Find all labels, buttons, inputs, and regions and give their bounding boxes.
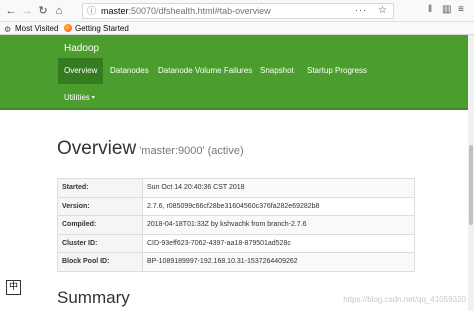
table-row: Version: 2.7.6, r085099c66cf28be31604560…	[57, 196, 415, 216]
row-value: CID-93eff623-7062-4397-aa18-879501ad528c	[142, 233, 415, 253]
home-icon[interactable]: ⌂	[52, 4, 66, 18]
page-actions-button[interactable]: ···	[355, 5, 367, 15]
menu-icon[interactable]: ≡	[458, 4, 464, 15]
row-key: Cluster ID:	[57, 233, 143, 253]
scrollbar-thumb[interactable]	[469, 145, 473, 225]
row-value: 2018-04-18T01:33Z by kshvachk from branc…	[142, 215, 415, 235]
overview-table: Started: Sun Oct 14 20:40:36 CST 2018 Ve…	[57, 178, 415, 272]
bookmark-most-visited[interactable]: ⚙ Most Visited	[4, 23, 58, 34]
nav-tab-startup-progress[interactable]: Startup Progress	[301, 58, 373, 84]
nav-tab-datanode-volume-failures[interactable]: Datanode Volume Failures	[152, 58, 258, 84]
ime-indicator[interactable]: 中	[6, 280, 21, 295]
browser-toolbar: ← → ↻ ⌂ ⓘ master:50070/dfshealth.html#ta…	[0, 0, 474, 22]
row-key: Compiled:	[57, 215, 143, 235]
nav-tab-datanodes[interactable]: Datanodes	[104, 58, 155, 84]
table-row: Compiled: 2018-04-18T01:33Z by kshvachk …	[57, 215, 415, 235]
navbar-brand[interactable]: Hadoop	[64, 43, 99, 54]
bookmark-getting-started[interactable]: Getting Started	[64, 23, 129, 34]
url-text: master:50070/dfshealth.html#tab-overview	[101, 6, 271, 16]
url-bar[interactable]: ⓘ master:50070/dfshealth.html#tab-overvi…	[82, 3, 394, 19]
hadoop-navbar: Hadoop Overview Datanodes Datanode Volum…	[0, 35, 474, 110]
table-row: Cluster ID: CID-93eff623-7062-4397-aa18-…	[57, 233, 415, 253]
nav-tab-overview[interactable]: Overview	[58, 58, 104, 84]
row-value: 2.7.6, r085099c66cf28be31604560c376fa282…	[142, 196, 415, 216]
page-scrollbar[interactable]	[468, 35, 474, 311]
sidebar-icon[interactable]: ▥	[442, 4, 451, 15]
nav-tab-snapshot[interactable]: Snapshot	[254, 58, 300, 84]
info-icon[interactable]: ⓘ	[87, 6, 97, 16]
star-icon[interactable]: ☆	[378, 5, 387, 16]
row-key: Block Pool ID:	[57, 252, 143, 272]
overview-heading: Overview'master:9000' (active)	[57, 138, 244, 160]
caret-down-icon: ▾	[91, 95, 95, 101]
overview-title: Overview	[57, 138, 137, 159]
row-value: Sun Oct 14 20:40:36 CST 2018	[142, 178, 415, 198]
firefox-icon	[64, 24, 72, 32]
library-icon[interactable]: ‖	[428, 4, 432, 15]
table-row: Started: Sun Oct 14 20:40:36 CST 2018	[57, 178, 415, 198]
gear-icon: ⚙	[4, 25, 12, 34]
row-value: BP-1089189997-192.168.10.31-153726440926…	[142, 252, 415, 272]
table-row: Block Pool ID: BP-1089189997-192.168.10.…	[57, 252, 415, 272]
reload-icon[interactable]: ↻	[36, 4, 50, 18]
nav-utilities-dropdown[interactable]: Utilities ▾	[58, 88, 101, 108]
row-key: Started:	[57, 178, 143, 198]
bookmarks-bar: ⚙ Most Visited Getting Started	[0, 22, 474, 35]
overview-subtitle: 'master:9000' (active)	[139, 145, 244, 157]
back-arrow-icon[interactable]: ←	[4, 4, 18, 18]
row-key: Version:	[57, 196, 143, 216]
summary-title: Summary	[57, 288, 130, 307]
watermark: https://blog.csdn.net/qq_41059320	[343, 295, 466, 304]
forward-arrow-icon[interactable]: →	[20, 4, 34, 18]
